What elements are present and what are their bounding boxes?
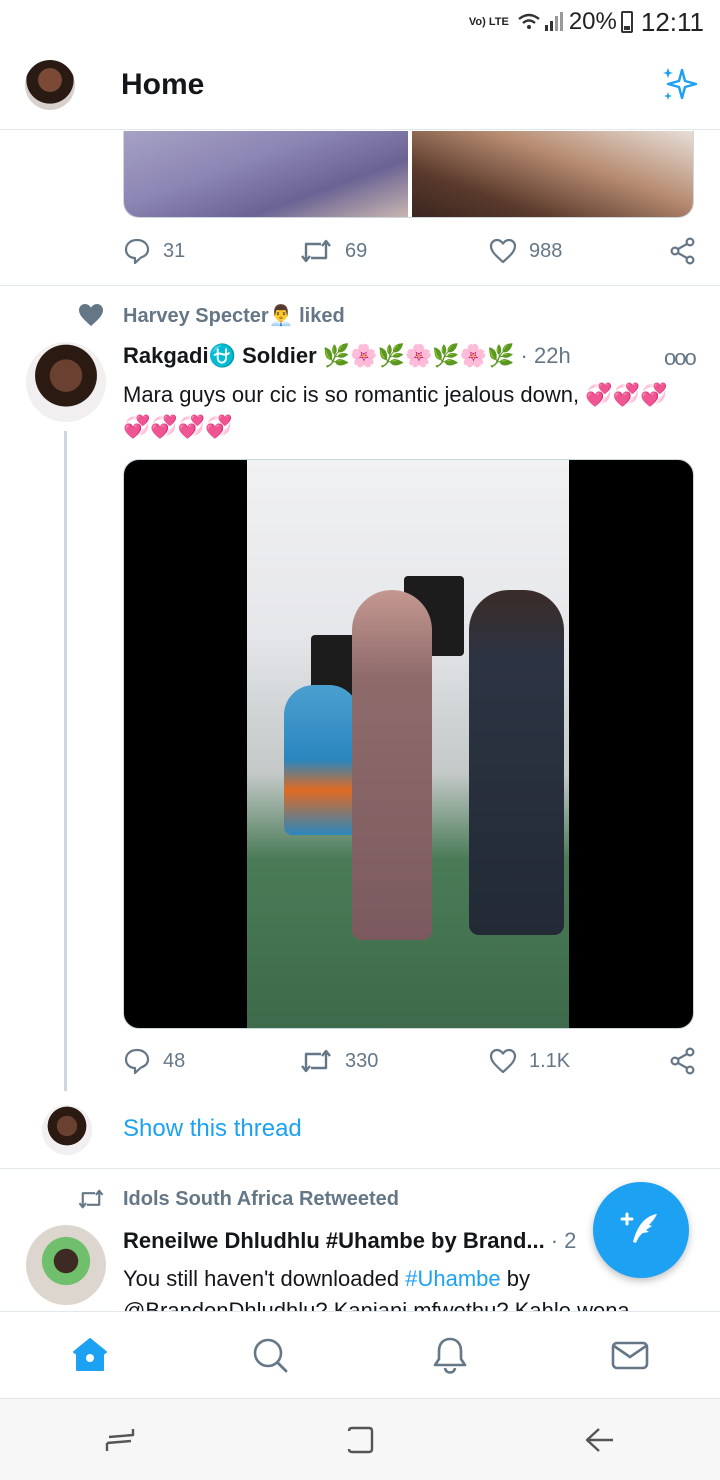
video-figure (284, 685, 359, 835)
share-icon (670, 237, 695, 265)
tweet-header: Rakgadi⛎ Soldier 🌿🌸🌿🌸🌿🌸🌿 · 22h (123, 343, 571, 369)
profile-avatar[interactable] (25, 60, 75, 110)
heart-filled-icon (79, 304, 103, 326)
reply-button[interactable]: 31 (123, 237, 299, 265)
social-context[interactable]: Idols South Africa Retweeted (77, 1187, 399, 1211)
social-context[interactable]: Harvey Specter👨‍💼 liked (77, 302, 345, 328)
retweet-icon (301, 239, 331, 263)
status-bar: Vo) LTE 20% 12:11 (0, 0, 720, 44)
share-button[interactable] (669, 237, 697, 265)
battery-icon (620, 11, 633, 33)
like-count: 1.1K (529, 1049, 571, 1072)
compose-tweet-button[interactable] (593, 1182, 689, 1278)
wifi-signal-icon (518, 12, 563, 31)
system-navigation-bar (0, 1398, 720, 1480)
tweet-text: You still haven't downloaded #Uhambe by … (123, 1263, 683, 1311)
author-avatar[interactable] (26, 342, 106, 422)
tab-search[interactable] (180, 1312, 360, 1397)
social-context-text: Idols South Africa Retweeted (123, 1187, 399, 1210)
home-nav-button[interactable] (240, 1399, 480, 1480)
retweet-icon (301, 1049, 331, 1073)
previous-tweet-media[interactable] (123, 131, 694, 218)
like-button[interactable]: 988 (489, 238, 669, 264)
video-figure (469, 590, 564, 935)
show-thread-link[interactable]: Show this thread (123, 1115, 302, 1143)
like-button[interactable]: 1.1K (489, 1048, 669, 1074)
author-name[interactable]: Reneilwe Dhludhlu #Uhambe by Brand... (123, 1228, 545, 1254)
clock: 12:11 (640, 6, 704, 37)
back-arrow-icon (585, 1427, 613, 1452)
network-indicator: Vo) LTE (468, 15, 509, 28)
share-button[interactable] (669, 1047, 697, 1075)
tab-notifications[interactable] (360, 1312, 540, 1397)
tab-messages[interactable] (540, 1312, 720, 1397)
feather-plus-icon (620, 1212, 657, 1243)
retweet-button[interactable]: 69 (299, 238, 489, 264)
bottom-navigation (0, 1311, 720, 1397)
retweet-count: 330 (345, 1049, 379, 1072)
tweet-text-part: @BrandonDhludhlu? Kanjani mfwethu? Kahle… (123, 1298, 630, 1311)
tweet-video[interactable] (123, 459, 694, 1029)
reply-icon (124, 1048, 150, 1075)
tweet-time: · 2 (550, 1228, 577, 1253)
divider (0, 285, 720, 286)
author-name[interactable]: Rakgadi⛎ Soldier 🌿🌸🌿🌸🌿🌸🌿 (123, 343, 515, 369)
home-icon (73, 1337, 107, 1371)
top-app-bar: Home (0, 44, 720, 130)
share-icon (670, 1047, 695, 1075)
sparkle-icon[interactable] (660, 64, 700, 104)
timeline-feed[interactable]: 31 69 988 Harvey Specter👨‍💼 liked Rakgad… (0, 131, 720, 1311)
recent-apps-icon (105, 1428, 135, 1451)
tweet-time: · 22h (520, 343, 571, 368)
tweet-header: Reneilwe Dhludhlu #Uhambe by Brand... · … (123, 1228, 576, 1254)
hashtag-link[interactable]: #Uhambe (405, 1266, 500, 1291)
heart-icon (489, 238, 517, 264)
video-figure (352, 590, 432, 940)
heart-icon (489, 1048, 517, 1074)
reply-icon (124, 238, 150, 265)
reply-button[interactable]: 48 (123, 1047, 299, 1075)
tweet-text-part: by (500, 1266, 531, 1291)
media-photo-1[interactable] (124, 131, 408, 217)
square-home-icon (347, 1426, 374, 1453)
reply-count: 48 (163, 1049, 186, 1072)
like-count: 988 (529, 239, 563, 262)
retweet-button[interactable]: 330 (299, 1048, 489, 1074)
previous-tweet-actions: 31 69 988 (123, 234, 698, 268)
media-photo-2[interactable] (412, 131, 693, 217)
retweet-icon (78, 1189, 104, 1209)
mail-icon (611, 1341, 649, 1369)
tweet-text: Mara guys our cic is so romantic jealous… (123, 382, 668, 439)
battery-percent: 20% (568, 8, 617, 35)
thread-avatar[interactable] (42, 1105, 92, 1155)
reply-count: 31 (163, 239, 186, 262)
tweet-text-part: You still haven't downloaded (123, 1266, 406, 1291)
thread-connector (64, 431, 67, 1091)
page-title: Home (121, 68, 205, 101)
more-options-icon[interactable]: ooo (664, 345, 697, 371)
back-button[interactable] (480, 1399, 720, 1480)
recent-apps-button[interactable] (0, 1399, 240, 1480)
author-avatar[interactable] (26, 1225, 106, 1305)
social-context-text: Harvey Specter👨‍💼 liked (123, 304, 345, 327)
divider (0, 1168, 720, 1169)
tweet-actions: 48 330 1.1K (123, 1044, 698, 1078)
search-icon (253, 1338, 288, 1372)
tab-home[interactable] (0, 1312, 180, 1397)
bell-icon (433, 1337, 467, 1374)
retweet-count: 69 (345, 239, 368, 262)
